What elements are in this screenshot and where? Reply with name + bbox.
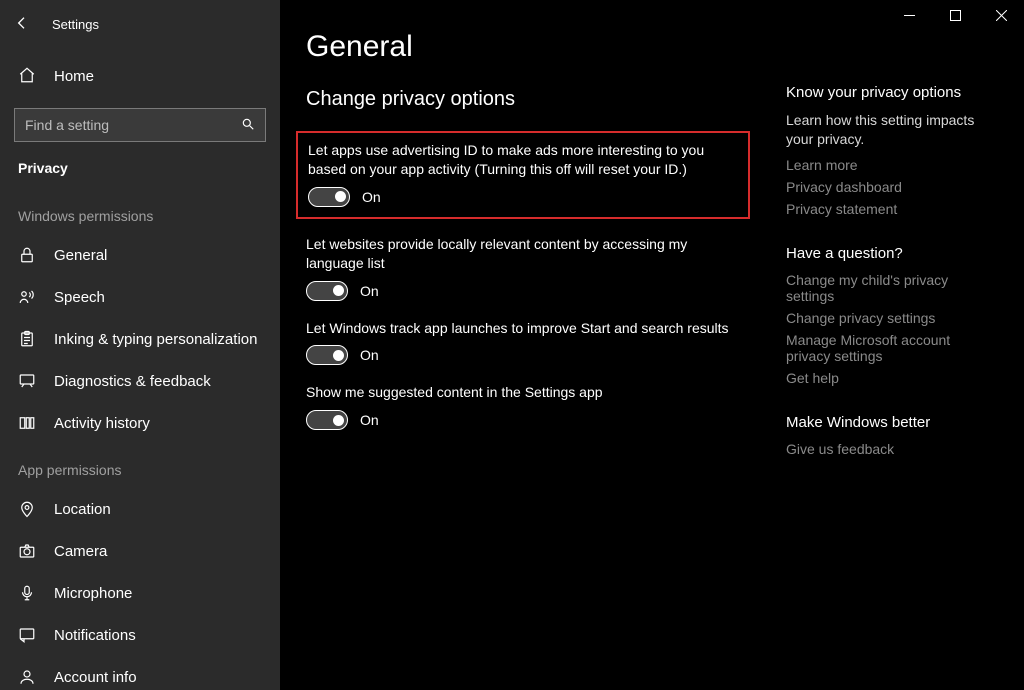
- make-better-block: Make Windows better Give us feedback: [786, 414, 984, 457]
- maximize-button[interactable]: [932, 0, 978, 30]
- toggle-advertising-id[interactable]: [308, 187, 350, 207]
- setting-desc: Let Windows track app launches to improv…: [306, 319, 740, 338]
- link-privacy-dashboard[interactable]: Privacy dashboard: [786, 179, 984, 195]
- sidebar-item-inking[interactable]: Inking & typing personalization: [0, 318, 280, 360]
- sidebar-item-camera[interactable]: Camera: [0, 530, 280, 572]
- right-heading: Make Windows better: [786, 414, 984, 431]
- toggle-row: On: [306, 410, 740, 430]
- search-icon: [241, 117, 255, 134]
- toggle-row: On: [306, 345, 740, 365]
- sidebar-scroll[interactable]: Windows permissions General Speech Inkin…: [0, 190, 280, 690]
- back-arrow-icon[interactable]: [14, 15, 30, 34]
- feedback-icon: [18, 372, 36, 390]
- right-heading: Have a question?: [786, 245, 984, 262]
- sidebar-item-microphone[interactable]: Microphone: [0, 572, 280, 614]
- link-privacy-statement[interactable]: Privacy statement: [786, 201, 984, 217]
- sidebar-item-label: Location: [54, 501, 111, 518]
- setting-advertising-id: Let apps use advertising ID to make ads …: [308, 141, 738, 207]
- sidebar-group-windows: Windows permissions: [0, 190, 280, 234]
- account-icon: [18, 668, 36, 686]
- right-column: Know your privacy options Learn how this…: [760, 0, 1004, 690]
- toggle-suggested-content[interactable]: [306, 410, 348, 430]
- link-manage-account[interactable]: Manage Microsoft account privacy setting…: [786, 332, 984, 364]
- speech-icon: [18, 288, 36, 306]
- sidebar-item-label: Account info: [54, 669, 137, 686]
- sidebar-item-label: Notifications: [54, 627, 136, 644]
- minimize-button[interactable]: [886, 0, 932, 30]
- close-button[interactable]: [978, 0, 1024, 30]
- setting-track-launches: Let Windows track app launches to improv…: [306, 319, 740, 366]
- link-feedback[interactable]: Give us feedback: [786, 441, 984, 457]
- toggle-state-label: On: [362, 189, 381, 205]
- have-question-block: Have a question? Change my child's priva…: [786, 245, 984, 386]
- clipboard-icon: [18, 330, 36, 348]
- sidebar-item-label: Microphone: [54, 585, 132, 602]
- highlighted-setting: Let apps use advertising ID to make ads …: [296, 131, 750, 219]
- microphone-icon: [18, 584, 36, 602]
- sidebar-home[interactable]: Home: [0, 54, 280, 98]
- activity-icon: [18, 414, 36, 432]
- toggle-state-label: On: [360, 283, 379, 299]
- sidebar-item-label: General: [54, 247, 107, 264]
- location-icon: [18, 500, 36, 518]
- camera-icon: [18, 542, 36, 560]
- home-icon: [18, 66, 36, 87]
- setting-desc: Let apps use advertising ID to make ads …: [308, 141, 738, 179]
- toggle-knob: [335, 191, 346, 202]
- right-heading: Know your privacy options: [786, 84, 984, 101]
- setting-suggested-content: Show me suggested content in the Setting…: [306, 383, 740, 430]
- setting-language-list: Let websites provide locally relevant co…: [306, 235, 740, 301]
- link-child-privacy[interactable]: Change my child's privacy settings: [786, 272, 984, 304]
- sidebar-item-account-info[interactable]: Account info: [0, 656, 280, 690]
- toggle-knob: [333, 285, 344, 296]
- content-column: General Change privacy options Let apps …: [280, 0, 760, 690]
- page-subtitle: Change privacy options: [306, 88, 740, 111]
- link-get-help[interactable]: Get help: [786, 370, 984, 386]
- sidebar-item-notifications[interactable]: Notifications: [0, 614, 280, 656]
- toggle-row: On: [308, 187, 738, 207]
- sidebar-item-label: Inking & typing personalization: [54, 331, 257, 348]
- main: General Change privacy options Let apps …: [280, 0, 1024, 690]
- link-change-privacy[interactable]: Change privacy settings: [786, 310, 984, 326]
- sidebar-item-label: Camera: [54, 543, 107, 560]
- toggle-knob: [333, 415, 344, 426]
- sidebar-item-label: Speech: [54, 289, 105, 306]
- sidebar-group-app: App permissions: [0, 444, 280, 488]
- setting-desc: Let websites provide locally relevant co…: [306, 235, 740, 273]
- sidebar-item-diagnostics[interactable]: Diagnostics & feedback: [0, 360, 280, 402]
- sidebar-item-activity[interactable]: Activity history: [0, 402, 280, 444]
- toggle-state-label: On: [360, 412, 379, 428]
- sidebar-item-general[interactable]: General: [0, 234, 280, 276]
- page-title: General: [306, 30, 740, 64]
- sidebar-item-label: Activity history: [54, 415, 150, 432]
- sidebar-item-speech[interactable]: Speech: [0, 276, 280, 318]
- window-controls: [886, 0, 1024, 30]
- lock-icon: [18, 246, 36, 264]
- toggle-track-launches[interactable]: [306, 345, 348, 365]
- toggle-language-list[interactable]: [306, 281, 348, 301]
- titlebar-left: Settings: [0, 4, 280, 44]
- sidebar-home-label: Home: [54, 68, 94, 85]
- sidebar-item-location[interactable]: Location: [0, 488, 280, 530]
- privacy-options-block: Know your privacy options Learn how this…: [786, 84, 984, 217]
- notifications-icon: [18, 626, 36, 644]
- sidebar: Settings Home Privacy Windows permission…: [0, 0, 280, 690]
- toggle-state-label: On: [360, 347, 379, 363]
- toggle-knob: [333, 350, 344, 361]
- setting-desc: Show me suggested content in the Setting…: [306, 383, 740, 402]
- search-box[interactable]: [14, 108, 266, 142]
- sidebar-category: Privacy: [0, 152, 280, 190]
- app-title: Settings: [52, 17, 99, 32]
- toggle-row: On: [306, 281, 740, 301]
- right-text: Learn how this setting impacts your priv…: [786, 111, 984, 149]
- link-learn-more[interactable]: Learn more: [786, 157, 984, 173]
- search-input[interactable]: [25, 117, 241, 133]
- sidebar-item-label: Diagnostics & feedback: [54, 373, 211, 390]
